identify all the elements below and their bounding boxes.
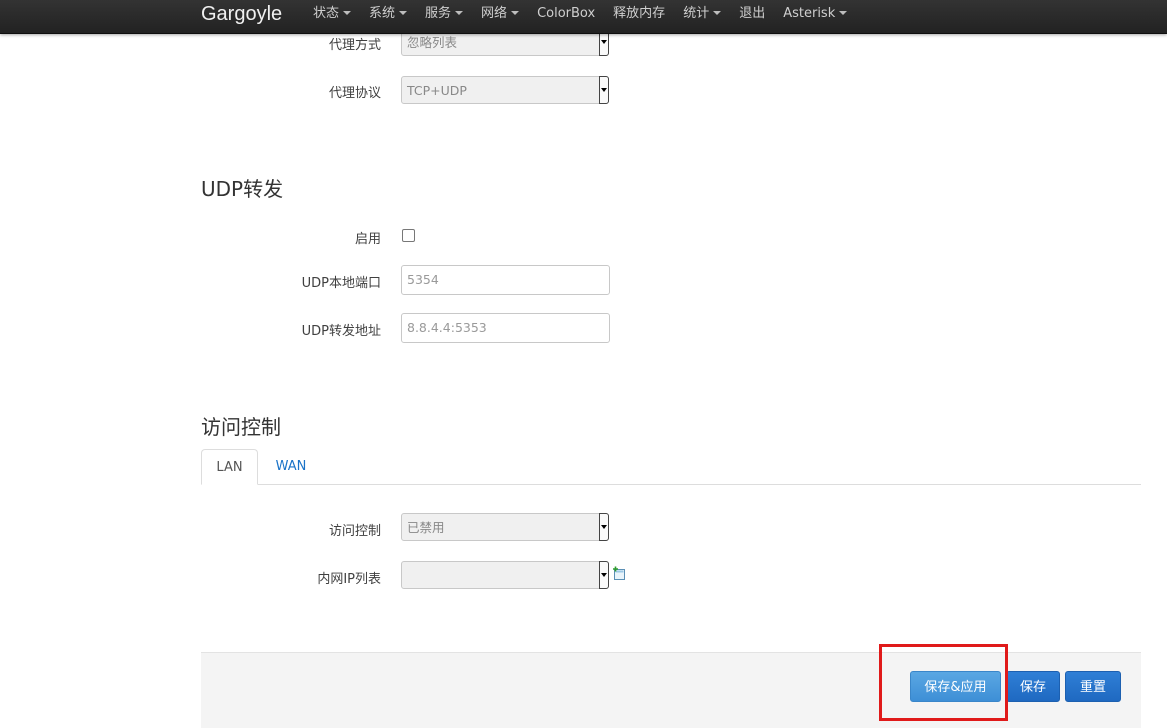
nav-asterisk[interactable]: Asterisk	[774, 0, 856, 28]
access-control-label: 访问控制	[328, 524, 381, 539]
nav-logout[interactable]: 退出	[730, 0, 774, 28]
udp-forward-title: UDP转发	[201, 177, 284, 201]
proxy-protocol-value: TCP+UDP	[407, 83, 467, 98]
chevron-down-icon	[511, 10, 520, 15]
udp-port-input[interactable]: 5354	[401, 265, 610, 295]
access-control-select[interactable]: 已禁用	[401, 513, 609, 541]
nav-colorbox-label: ColorBox	[537, 6, 596, 21]
tab-lan[interactable]: LAN	[201, 449, 258, 485]
nav-system[interactable]: 系统	[360, 0, 416, 28]
dropdown-arrow-icon	[599, 76, 609, 104]
dropdown-arrow-icon	[599, 513, 609, 541]
nav-services[interactable]: 服务	[416, 0, 472, 28]
top-navbar: Gargoyle 状态 系统 服务 网络 ColorBox 释放内存 统计 退出…	[0, 0, 1167, 34]
nav-colorbox[interactable]: ColorBox	[528, 0, 604, 28]
nav-free-memory-label: 释放内存	[613, 6, 666, 21]
udp-port-label: UDP本地端口	[301, 276, 381, 291]
access-control-title: 访问控制	[201, 415, 281, 439]
nav-network-label: 网络	[481, 6, 508, 21]
tabs-divider	[201, 484, 1141, 485]
chevron-down-icon	[343, 10, 352, 15]
access-control-value: 已禁用	[407, 520, 445, 535]
highlight-box	[879, 644, 1008, 721]
proxy-protocol-select[interactable]: TCP+UDP	[401, 76, 609, 104]
nav-system-label: 系统	[369, 6, 396, 21]
proxy-mode-label: 代理方式	[328, 38, 381, 53]
chevron-down-icon	[455, 10, 464, 15]
brand-logo[interactable]: Gargoyle	[201, 2, 282, 26]
nav-statistics[interactable]: 统计	[674, 0, 730, 28]
udp-enable-label: 启用	[354, 232, 381, 247]
nav-free-memory[interactable]: 释放内存	[604, 0, 674, 28]
nav-asterisk-label: Asterisk	[783, 6, 836, 21]
lan-ip-list-select[interactable]	[401, 561, 609, 589]
nav-logout-label: 退出	[739, 6, 766, 21]
udp-addr-input[interactable]: 8.8.4.4:5353	[401, 313, 610, 343]
nav-statistics-label: 统计	[683, 6, 710, 21]
nav-services-label: 服务	[425, 6, 452, 21]
save-button[interactable]: 保存	[1006, 671, 1060, 702]
dropdown-arrow-icon	[599, 561, 609, 589]
lan-ip-list-label: 内网IP列表	[317, 572, 381, 587]
add-item-icon[interactable]	[612, 566, 626, 580]
proxy-protocol-label: 代理协议	[328, 86, 381, 101]
nav-status[interactable]: 状态	[304, 0, 360, 28]
chevron-down-icon	[713, 10, 722, 15]
udp-enable-checkbox[interactable]	[402, 229, 415, 242]
reset-button[interactable]: 重置	[1065, 671, 1121, 702]
chevron-down-icon	[399, 10, 408, 15]
nav-status-label: 状态	[313, 6, 340, 21]
main-nav: 状态 系统 服务 网络 ColorBox 释放内存 统计 退出 Asterisk	[304, 0, 856, 30]
tab-wan[interactable]: WAN	[266, 449, 316, 485]
chevron-down-icon	[839, 10, 848, 15]
nav-network[interactable]: 网络	[472, 0, 528, 28]
udp-addr-label: UDP转发地址	[301, 324, 381, 339]
